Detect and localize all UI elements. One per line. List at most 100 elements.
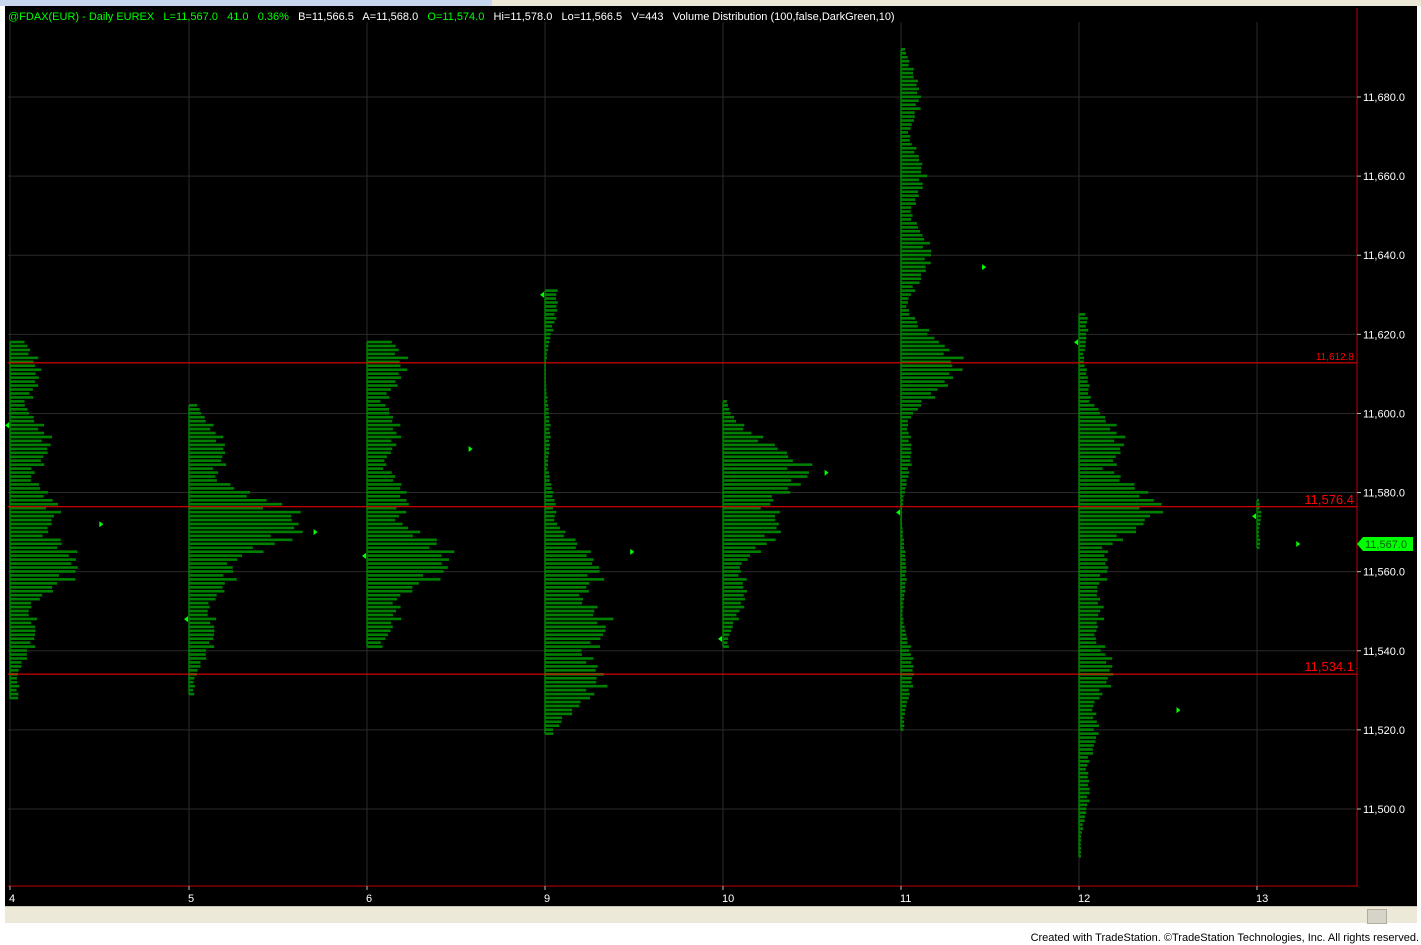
profile-bar bbox=[189, 589, 225, 593]
close-marker-icon bbox=[99, 521, 104, 528]
profile-bar bbox=[367, 498, 407, 502]
profile-bar bbox=[723, 447, 778, 451]
profile-bar bbox=[1079, 843, 1081, 846]
profile-bar bbox=[10, 582, 58, 585]
profile-bar bbox=[901, 550, 906, 553]
profile-bar bbox=[545, 356, 547, 360]
profile-bar bbox=[723, 585, 744, 589]
profile-bar bbox=[723, 431, 752, 435]
volume: V=443 bbox=[631, 11, 664, 23]
profile-bar bbox=[545, 344, 549, 348]
profile-bar bbox=[1079, 313, 1086, 316]
profile-bar bbox=[1257, 526, 1260, 530]
profile-bar bbox=[1079, 827, 1084, 830]
profile-bar bbox=[1079, 748, 1093, 751]
profile-bar bbox=[901, 249, 932, 253]
profile-bar bbox=[723, 605, 745, 609]
profile-bar bbox=[901, 229, 921, 233]
profile-bar bbox=[189, 518, 292, 522]
profile-bar bbox=[10, 562, 72, 565]
price-tick-label: 11,660.0 bbox=[1363, 171, 1405, 183]
profile-bar bbox=[10, 447, 48, 451]
profile-bar bbox=[545, 574, 588, 577]
profile-bar bbox=[367, 538, 437, 542]
profile-bar bbox=[723, 498, 774, 502]
profile-bar bbox=[189, 443, 225, 447]
profile-bar bbox=[1079, 823, 1083, 826]
net-change: 41.0 bbox=[227, 11, 249, 23]
profile-bar bbox=[1079, 332, 1087, 336]
profile-bar bbox=[10, 633, 35, 637]
profile-bar bbox=[545, 491, 554, 494]
profile-bar bbox=[1079, 526, 1137, 530]
profile-bar bbox=[901, 297, 909, 300]
profile-bar bbox=[723, 479, 792, 482]
profile-bar bbox=[901, 459, 911, 463]
profile-bar bbox=[1079, 320, 1087, 324]
profile-bar bbox=[545, 700, 581, 704]
profile-bar bbox=[901, 324, 918, 328]
profile-bar bbox=[723, 554, 750, 557]
profile-bar bbox=[10, 601, 31, 605]
date-tick-label: 12 bbox=[1078, 893, 1090, 905]
profile-bar bbox=[367, 601, 393, 605]
profile-bar bbox=[10, 629, 36, 633]
price-tick-label: 11,640.0 bbox=[1363, 250, 1405, 262]
profile-bar bbox=[1079, 419, 1106, 423]
profile-bar bbox=[1079, 661, 1107, 664]
profile-bar bbox=[189, 558, 238, 561]
profile-bar bbox=[901, 301, 908, 304]
profile-bar bbox=[1257, 538, 1261, 542]
profile-bar bbox=[1079, 404, 1095, 407]
scrollbar-thumb[interactable] bbox=[1367, 909, 1387, 924]
profile-bar bbox=[723, 530, 781, 534]
profile-bar bbox=[189, 554, 242, 557]
profile-bar bbox=[1079, 384, 1090, 387]
profile-bar bbox=[545, 320, 555, 324]
profile-bar bbox=[1079, 854, 1082, 858]
profile-bar bbox=[1079, 534, 1117, 538]
profile-bar bbox=[10, 423, 45, 427]
profile-bar bbox=[1079, 609, 1101, 613]
profile-bar bbox=[901, 585, 905, 589]
profile-bar bbox=[901, 404, 922, 407]
profile-bar bbox=[1079, 665, 1113, 668]
profile-bar bbox=[367, 455, 387, 459]
profile-bar bbox=[901, 498, 904, 502]
profile-bar bbox=[1079, 566, 1109, 569]
profile-bar bbox=[367, 550, 455, 553]
profile-bar bbox=[901, 447, 911, 451]
profile-bar bbox=[723, 502, 771, 506]
volume-profile-10 bbox=[722, 400, 813, 648]
horizontal-scrollbar[interactable] bbox=[5, 906, 1417, 924]
profile-bar bbox=[545, 376, 546, 379]
profile-bar bbox=[901, 728, 904, 731]
profile-bar bbox=[901, 182, 923, 186]
profile-bar bbox=[1079, 831, 1082, 834]
profile-bar bbox=[367, 617, 402, 621]
profile-bar bbox=[545, 396, 548, 399]
profile-bar bbox=[10, 554, 69, 557]
profile-bar bbox=[723, 435, 764, 439]
profile-bar bbox=[1079, 653, 1106, 656]
profile-bar bbox=[723, 609, 740, 613]
profile-bar bbox=[10, 340, 25, 344]
profile-bar bbox=[367, 419, 393, 423]
profile-bar bbox=[545, 431, 550, 435]
profile-bar bbox=[901, 582, 906, 585]
chart-svg[interactable]: 11,612.8 11,576.4 11,534.1 11,500.0 11,520.… bbox=[0, 0, 1421, 945]
profile-bar bbox=[10, 396, 34, 399]
profile-bar bbox=[10, 514, 54, 518]
profile-bar bbox=[901, 71, 913, 75]
profile-bar bbox=[10, 368, 42, 372]
profile-bar bbox=[723, 514, 776, 518]
profile-bar bbox=[1079, 562, 1106, 565]
profile-bar bbox=[189, 633, 214, 637]
profile-bar bbox=[10, 578, 76, 581]
profile-bar bbox=[1079, 550, 1109, 553]
profile-bar bbox=[901, 154, 919, 158]
profile-bar bbox=[901, 684, 914, 688]
profile-bar bbox=[901, 55, 908, 59]
profile-bar bbox=[10, 439, 42, 443]
profile-bar bbox=[901, 48, 906, 51]
